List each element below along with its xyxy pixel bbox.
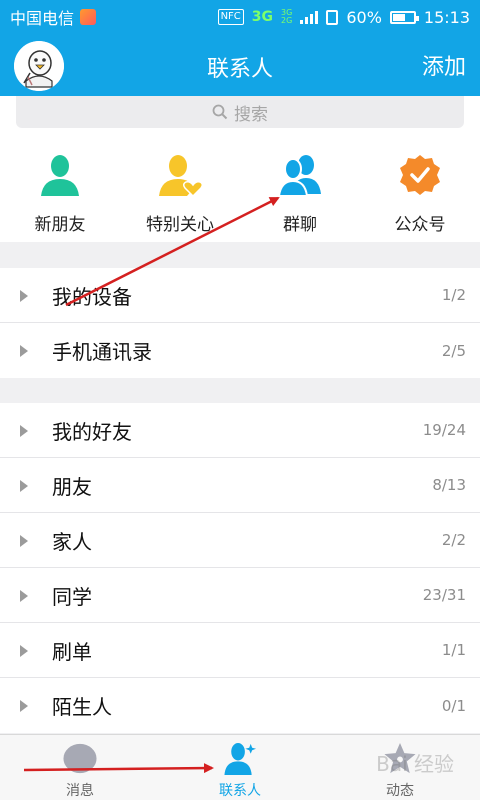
page-title: 联系人 (206, 57, 273, 82)
quick-label: 新朋友 (34, 215, 86, 235)
group-count: 1/2 (441, 286, 466, 304)
status-right: NFC 3G 3G 2G 60% 15:13 (217, 7, 470, 27)
clock: 15:13 (423, 7, 470, 27)
expand-arrow-icon (20, 535, 28, 547)
battery-percent: 60% (346, 7, 382, 27)
expand-arrow-icon (20, 425, 28, 437)
group-count: 19/24 (422, 421, 466, 439)
expand-arrow-icon (20, 645, 28, 657)
person-icon (41, 155, 79, 196)
list-item[interactable]: 刷单 1/1 (0, 623, 480, 678)
quick-label: 群聊 (283, 215, 317, 235)
list-item[interactable]: 家人 2/2 (0, 513, 480, 568)
group-name: 手机通讯录 (52, 340, 152, 364)
sim-icon (326, 9, 339, 25)
contacts-icon (224, 742, 257, 776)
tab-contacts[interactable]: 联系人 (160, 735, 320, 800)
group-count: 2/2 (441, 531, 466, 549)
friend-groups: 我的好友 19/24 朋友 8/13 家人 2/2 同学 23/31 刷单 1/… (0, 403, 480, 733)
list-item[interactable]: 手机通讯录 2/5 (0, 323, 480, 378)
message-icon (63, 743, 97, 774)
expand-arrow-icon (20, 290, 28, 302)
list-item[interactable]: 朋友 8/13 (0, 458, 480, 513)
search-container: 搜索 (0, 96, 480, 132)
tab-messages[interactable]: 消息 (0, 735, 160, 800)
person-heart-icon (159, 155, 203, 198)
battery-icon (389, 10, 419, 24)
tab-label: 联系人 (219, 783, 261, 799)
group-count: 23/31 (422, 586, 466, 604)
group-name: 我的设备 (52, 284, 132, 309)
expand-arrow-icon (20, 345, 28, 357)
list-item[interactable]: 我的好友 19/24 (0, 403, 480, 458)
quick-special-care[interactable]: 特别关心 (120, 132, 240, 242)
quick-new-friends[interactable]: 新朋友 (0, 132, 120, 242)
tab-label: 消息 (66, 783, 94, 799)
group-name: 我的好友 (52, 419, 132, 444)
expand-arrow-icon (20, 480, 28, 492)
badge-check-icon (400, 155, 440, 195)
tab-label: 动态 (386, 783, 414, 799)
app-header: 联系人 添加 (0, 34, 480, 96)
status-bar: 中国电信 NFC 3G 3G 2G 60% 15:13 (0, 0, 480, 34)
quick-label: 特别关心 (146, 215, 214, 235)
add-button[interactable]: 添加 (422, 49, 466, 81)
network-type-icon: 3G 2G (281, 9, 292, 25)
carrier-label: 中国电信 (10, 9, 75, 28)
search-input[interactable]: 搜索 (16, 96, 464, 128)
group-name: 刷单 (52, 639, 92, 664)
group-icon (277, 155, 321, 197)
group-count: 1/1 (441, 641, 466, 659)
signal-icon (300, 10, 319, 24)
expand-arrow-icon (20, 700, 28, 712)
group-name: 家人 (52, 529, 92, 554)
search-placeholder: 搜索 (234, 104, 268, 125)
quick-official-accounts[interactable]: 公众号 (360, 132, 480, 242)
search-icon (212, 104, 228, 120)
list-item[interactable]: 我的设备 1/2 (0, 268, 480, 323)
watermark: Bai 经验 (376, 752, 454, 776)
network-small-bottom: 2G (281, 16, 293, 25)
app-notification-icon (80, 9, 97, 25)
status-left: 中国电信 (10, 5, 97, 29)
list-item[interactable]: 陌生人 0/1 (0, 678, 480, 733)
network-3g-label: 3G (251, 9, 274, 25)
group-count: 0/1 (441, 696, 466, 715)
group-name: 同学 (52, 584, 92, 609)
quick-entries: 新朋友 特别关心 群聊 公众号 (0, 132, 480, 242)
quick-group-chat[interactable]: 群聊 (240, 132, 360, 242)
group-name: 陌生人 (52, 695, 112, 719)
group-count: 8/13 (432, 476, 466, 494)
expand-arrow-icon (20, 590, 28, 602)
nfc-icon: NFC (217, 9, 244, 25)
device-groups: 我的设备 1/2 手机通讯录 2/5 (0, 268, 480, 378)
group-count: 2/5 (441, 341, 466, 360)
list-item[interactable]: 同学 23/31 (0, 568, 480, 623)
quick-label: 公众号 (394, 215, 446, 235)
group-name: 朋友 (52, 474, 92, 499)
